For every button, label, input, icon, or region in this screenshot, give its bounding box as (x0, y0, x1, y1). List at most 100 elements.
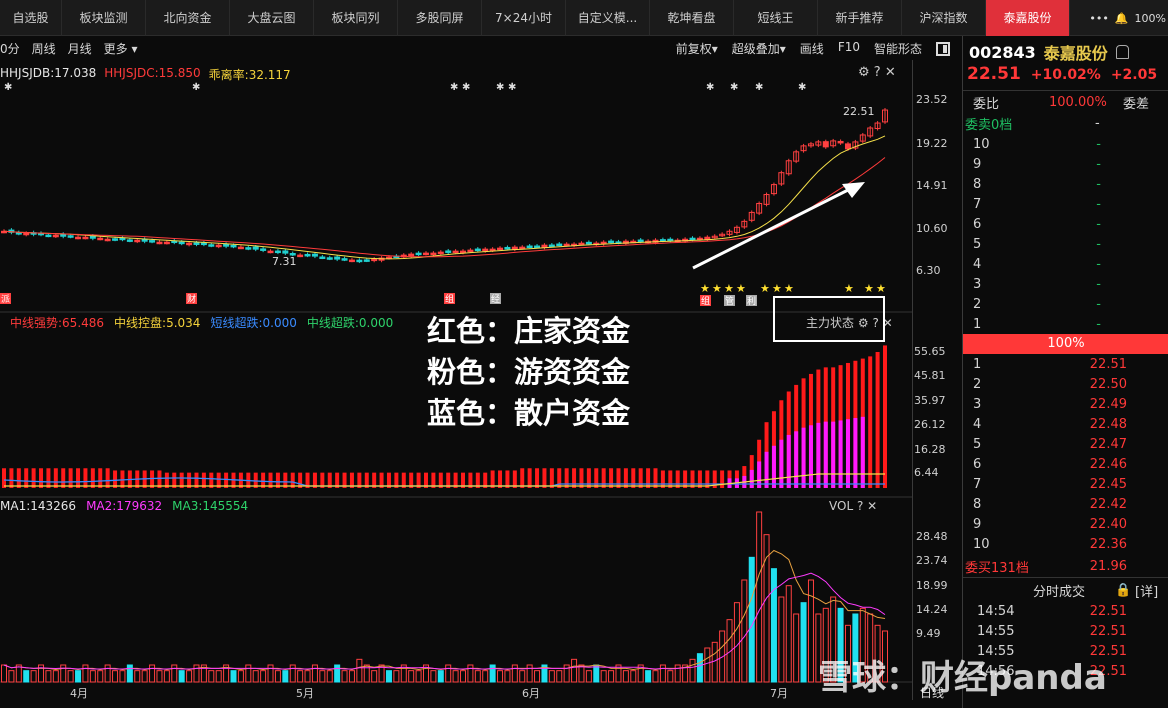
candle (659, 239, 666, 242)
fund-bar-pink (764, 451, 769, 488)
top-tab-bar: 自选股 板块监测 北向资金 大盘云图 板块同列 多股同屏 7×24小时 自定义模... 乾坤看盘… (0, 0, 1168, 36)
volume-bar (741, 579, 748, 683)
volume-bar (67, 670, 74, 683)
buy-price: 22.51 (1089, 356, 1127, 372)
period-option[interactable]: 月线 (68, 40, 92, 57)
tab-12[interactable]: 泰嘉股份 (986, 0, 1070, 36)
tool-option[interactable]: F10 (838, 40, 860, 57)
candle (23, 232, 30, 236)
fund-bar (875, 352, 880, 488)
volume-bar (348, 670, 355, 683)
vol-y-label: 28.48 (916, 530, 948, 543)
candle (371, 258, 378, 262)
tab-9[interactable]: 短线王 (734, 0, 818, 36)
buy-level-row: 4 22.48 (963, 414, 1168, 434)
signal-marker: ✱ (706, 82, 714, 93)
sell-title-row: 委卖0档 - (963, 113, 1168, 133)
window-controls: ••• 🔔 100% (1089, 0, 1168, 36)
tab-5[interactable]: 多股同屏 (398, 0, 482, 36)
tab-1[interactable]: 板块监测 (62, 0, 146, 36)
volume-bar (245, 664, 252, 683)
fund-bar (520, 468, 525, 488)
volume-bar (489, 664, 496, 683)
svg-text:利: 利 (747, 295, 756, 307)
volume-bar (119, 670, 126, 683)
volume-bar (104, 664, 111, 683)
lock-icon[interactable]: 🔒 (1115, 583, 1131, 598)
fund-bar (61, 468, 66, 488)
candle (689, 237, 696, 241)
sell-level: 8 (973, 176, 982, 192)
volume-bar (141, 670, 148, 683)
sell-level: 1 (973, 316, 982, 332)
signal-marker: ✱ (798, 82, 806, 93)
ticks-header: 分时成交 🔒 [详] (963, 580, 1168, 600)
fund-bar (668, 470, 673, 488)
candle (45, 234, 52, 238)
more-menu-button[interactable]: ••• (1089, 12, 1108, 25)
tick-row: 14:54 22.51 (963, 604, 1168, 623)
volume-bar (356, 658, 363, 683)
fund-bar (616, 468, 621, 488)
candle (822, 141, 829, 148)
annotation-line: 粉色：游资资金 (427, 355, 631, 389)
tool-option[interactable]: 超级叠加▾ (732, 40, 786, 57)
volume-bar (89, 670, 96, 683)
signal-marker: ✱ (755, 82, 763, 93)
sell-level: 10 (973, 136, 990, 152)
candle (541, 244, 548, 248)
sell-level-row: 10 - (963, 134, 1168, 154)
vol-y-label: 9.49 (916, 627, 941, 640)
candle (837, 140, 844, 144)
fund-bar (157, 470, 162, 488)
volume-bar (770, 568, 777, 683)
tool-option[interactable]: 前复权▾ (676, 40, 718, 57)
bell-icon[interactable]: 🔔 (1115, 12, 1129, 25)
period-option[interactable]: 更多 ▾ (104, 40, 138, 57)
sell-level-row: 9- (963, 154, 1168, 174)
fund-bar (16, 468, 21, 488)
tab-10[interactable]: 新手推荐 (818, 0, 902, 36)
tab-8[interactable]: 乾坤看盘 (650, 0, 734, 36)
tab-4[interactable]: 板块同列 (314, 0, 398, 36)
sell-level-row: 3- (963, 274, 1168, 294)
bell-icon[interactable] (1115, 45, 1129, 59)
tab-3[interactable]: 大盘云图 (230, 0, 314, 36)
tab-7[interactable]: 自定义模... (566, 0, 650, 36)
candle (319, 256, 326, 259)
event-tag: 派 (0, 293, 11, 305)
fund-bar (697, 470, 702, 488)
ticks-detail-link[interactable]: [详] (1135, 581, 1158, 600)
tab-6[interactable]: 7×24小时 (482, 0, 566, 36)
fund-bar (646, 468, 651, 488)
event-tag: 组 (444, 293, 455, 305)
volume-bar (52, 670, 59, 683)
sell-level-row: 5- (963, 234, 1168, 254)
tool-option[interactable]: 画线 (800, 40, 824, 57)
volume-bar (733, 602, 740, 683)
volume-bar (526, 664, 533, 683)
tab-11[interactable]: 沪深指数 (902, 0, 986, 36)
volume-bar (689, 658, 696, 683)
volume-bar (134, 670, 141, 683)
tab-2[interactable]: 北向资金 (146, 0, 230, 36)
volume-bar (326, 670, 333, 683)
candle (304, 253, 311, 257)
candle (97, 237, 104, 241)
signal-marker: ✱ (450, 82, 458, 93)
zoom-level[interactable]: 100% (1135, 12, 1166, 25)
fund-y-label: 35.97 (914, 394, 946, 407)
volume-bar (674, 664, 681, 683)
sell-level-row: 7- (963, 194, 1168, 214)
period-option[interactable]: 0分 (0, 40, 20, 57)
volume-bar (75, 670, 82, 683)
tool-option[interactable]: 智能形态 (874, 40, 922, 57)
trend-arrow (692, 182, 865, 270)
tab-0[interactable]: 自选股 (0, 0, 62, 36)
volume-bar (30, 670, 37, 683)
panel-toggle-icon[interactable] (936, 41, 950, 56)
fund-bar (586, 468, 591, 488)
buy-level-row: 2 22.50 (963, 374, 1168, 394)
period-option[interactable]: 周线 (32, 40, 56, 57)
signal-marker: ✱ (508, 82, 516, 93)
